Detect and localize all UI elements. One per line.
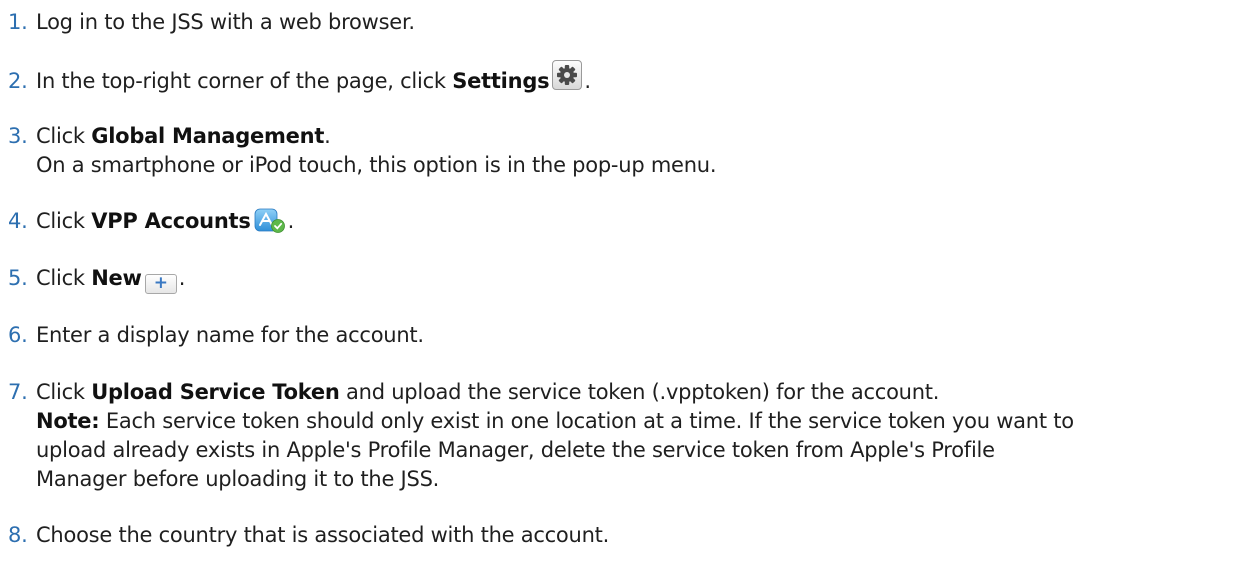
step-text-end: . (324, 124, 331, 148)
step-3-note: On a smartphone or iPod touch, this opti… (0, 150, 1250, 180)
step-text-end: and upload the service token (.vpptoken)… (339, 380, 940, 404)
step-number: 5. (8, 266, 28, 290)
step-number: 2. (8, 69, 28, 93)
step-2: 2. In the top-right corner of the page, c… (0, 60, 1250, 96)
step-4: 4. Click VPP Accounts . (0, 206, 1250, 236)
step-8: 8. Choose the country that is associated … (0, 520, 1250, 550)
step-number: 1. (8, 10, 28, 34)
step-number: 4. (8, 209, 28, 233)
step-number: 6. (8, 323, 28, 347)
step-5: 5. Click New +. (0, 263, 1250, 294)
plus-icon: + (144, 274, 177, 294)
note-text: Each service token should only exist in … (99, 409, 1074, 433)
step-text: Enter a display name for the account. (36, 323, 424, 347)
step-text: Click (36, 380, 92, 404)
step-7-note-line-2: upload already exists in Apple's Profile… (0, 435, 1250, 465)
note-text: upload already exists in Apple's Profile… (36, 438, 995, 462)
step-1: 1. Log in to the JSS with a web browser. (0, 7, 1250, 37)
step-text: In the top-right corner of the page, cli… (36, 69, 453, 93)
step-6: 6. Enter a display name for the account. (0, 320, 1250, 350)
step-text: Click (36, 266, 92, 290)
step-text: Click (36, 209, 92, 233)
new-label: New (91, 266, 142, 290)
step-3: 3. Click Global Management. (0, 121, 1250, 151)
step-number: 3. (8, 124, 28, 148)
step-text-end: . (178, 266, 186, 290)
step-note: On a smartphone or iPod touch, this opti… (36, 153, 717, 177)
step-number: 7. (8, 380, 28, 404)
app-store-icon (254, 208, 286, 234)
step-text-end: . (287, 209, 295, 233)
step-text: Choose the country that is associated wi… (36, 523, 610, 547)
step-text-end: . (584, 69, 591, 93)
step-7: 7. Click Upload Service Token and upload … (0, 377, 1250, 407)
gear-icon (552, 60, 583, 90)
step-number: 8. (8, 523, 28, 547)
upload-service-token-label: Upload Service Token (91, 380, 340, 404)
settings-label: Settings (452, 69, 550, 93)
step-7-note-line-1: Note: Each service token should only exi… (0, 406, 1250, 436)
step-7-note-line-3: Manager before uploading it to the JSS. (0, 464, 1250, 494)
note-label: Note: (36, 409, 100, 433)
vpp-accounts-label: VPP Accounts (91, 209, 251, 233)
note-text: Manager before uploading it to the JSS. (36, 467, 440, 491)
step-text: Log in to the JSS with a web browser. (36, 10, 415, 34)
global-management-label: Global Management (91, 124, 325, 148)
step-text: Click (36, 124, 92, 148)
